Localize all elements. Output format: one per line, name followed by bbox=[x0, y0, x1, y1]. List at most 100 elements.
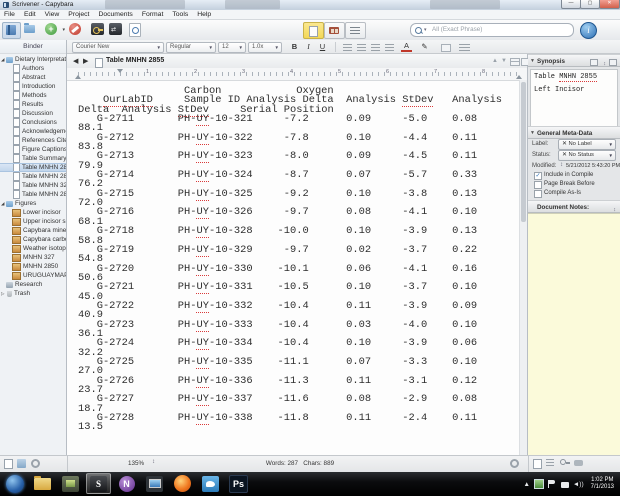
taskbar-windows-explorer[interactable] bbox=[30, 473, 55, 494]
binder-item[interactable]: Figure Captions bbox=[0, 145, 66, 154]
font-style-select[interactable]: Regular ▼ bbox=[166, 42, 216, 53]
checkbox-icon[interactable]: ✓ bbox=[534, 172, 542, 180]
info-button[interactable]: i bbox=[580, 22, 597, 39]
tray-expand-icon[interactable]: ▲ bbox=[523, 481, 529, 488]
checkbox-icon[interactable] bbox=[534, 190, 542, 198]
binder-item[interactable]: Table MNHN 327 bbox=[0, 181, 66, 190]
menu-view[interactable]: View bbox=[45, 11, 60, 18]
volume-icon[interactable]: ◄)) bbox=[573, 481, 584, 488]
tree-arrow-icon[interactable]: ▷ bbox=[1, 291, 6, 297]
checkbox-include-in-compile[interactable]: ✓ Include in Compile bbox=[528, 172, 620, 181]
zoom-stepper-icon[interactable]: ↕ bbox=[152, 459, 155, 465]
checkbox-page-break-before[interactable]: Page Break Before bbox=[528, 181, 620, 190]
taskbar-twitter[interactable] bbox=[198, 473, 223, 494]
align-center-button[interactable] bbox=[357, 43, 366, 51]
minimize-button[interactable]: — bbox=[561, 0, 581, 9]
taskbar-clock[interactable]: 1:02 PM 7/1/2013 bbox=[591, 477, 614, 491]
document-notes-area[interactable] bbox=[528, 213, 620, 455]
binder-item[interactable]: Acknowledgements bbox=[0, 127, 66, 136]
menu-project[interactable]: Project bbox=[68, 11, 89, 18]
taskbar-gallery-app[interactable] bbox=[58, 473, 83, 494]
binder-item[interactable]: Discussion bbox=[0, 109, 66, 118]
binder-item[interactable]: ◢ Figures bbox=[0, 199, 66, 208]
taskbar-firefox[interactable] bbox=[170, 473, 195, 494]
line-spacing-select[interactable]: 1.0x ▼ bbox=[248, 42, 282, 53]
menu-tools[interactable]: Tools bbox=[172, 11, 188, 18]
menu-edit[interactable]: Edit bbox=[24, 11, 36, 18]
synopsis-image-icon[interactable] bbox=[609, 58, 617, 66]
taskbar-remote-desktop[interactable] bbox=[142, 473, 167, 494]
taskbar-nvu-app[interactable]: N bbox=[114, 473, 139, 494]
checkbox-icon[interactable] bbox=[534, 181, 542, 189]
align-left-button[interactable] bbox=[343, 43, 352, 51]
binder-item[interactable]: Weather isotope p.. bbox=[0, 244, 66, 253]
inspector-notes-tab-icon[interactable] bbox=[533, 459, 542, 469]
binder-item[interactable]: MNHN 327 bbox=[0, 253, 66, 262]
back-button[interactable]: ◀ bbox=[73, 57, 78, 65]
binder-item[interactable]: Capybara carbon bbox=[0, 235, 66, 244]
network-icon[interactable] bbox=[533, 479, 544, 489]
inspector-references-tab-icon[interactable] bbox=[546, 459, 554, 467]
bold-button[interactable]: B bbox=[289, 42, 300, 52]
binder-item[interactable]: ◢Dietary Interpretatio.. bbox=[0, 55, 66, 64]
menu-format[interactable]: Format bbox=[142, 11, 164, 18]
search-scope-chevron-icon[interactable]: ▾ bbox=[424, 27, 427, 33]
search-icon[interactable] bbox=[415, 26, 422, 34]
gear-icon[interactable] bbox=[31, 459, 40, 468]
maximize-button[interactable]: ▢ bbox=[580, 0, 600, 9]
add-item-button[interactable]: + ▾ bbox=[44, 22, 65, 37]
checkbox-compile-as-is[interactable]: Compile As-Is bbox=[528, 190, 620, 199]
move-up-icon[interactable]: ▲ bbox=[492, 58, 498, 64]
view-mode-document-button[interactable] bbox=[303, 22, 324, 39]
synopsis-card[interactable]: Table MNHN 2855 Left Incisor bbox=[530, 69, 618, 128]
scrollbar-thumb[interactable] bbox=[521, 82, 526, 222]
delete-button[interactable] bbox=[68, 22, 85, 37]
forward-button[interactable]: ▶ bbox=[83, 57, 88, 65]
binder-item[interactable]: Abstract bbox=[0, 73, 66, 82]
taskbar-photoshop[interactable]: Ps bbox=[226, 473, 251, 494]
view-mode-outliner-button[interactable] bbox=[345, 22, 366, 39]
binder-item[interactable]: Lower incisor bbox=[0, 208, 66, 217]
right-indent-marker[interactable] bbox=[516, 75, 522, 79]
binder-item[interactable]: Research bbox=[0, 280, 66, 289]
menu-file[interactable]: File bbox=[4, 11, 15, 18]
compose-mode-button[interactable]: ⇄ bbox=[108, 22, 125, 37]
font-size-select[interactable]: 12 ▼ bbox=[218, 42, 246, 53]
taskbar-start-orb[interactable] bbox=[2, 473, 27, 494]
new-item-icon[interactable] bbox=[4, 459, 13, 469]
editor-scrollbar[interactable] bbox=[519, 80, 527, 455]
font-family-select[interactable]: Courier New ▼ bbox=[72, 42, 164, 53]
binder-item[interactable]: Upper incisor sam.. bbox=[0, 217, 66, 226]
binder-item[interactable]: Table Summary bbox=[0, 154, 66, 163]
synopsis-toggle-icon[interactable] bbox=[590, 58, 598, 66]
search-document-button[interactable] bbox=[127, 22, 144, 37]
binder-item[interactable]: URUGUAYMAP bbox=[0, 271, 66, 280]
binder-item[interactable]: Introduction bbox=[0, 82, 66, 91]
status-select[interactable]: ✕ No Status ▼ bbox=[558, 150, 616, 161]
menu-documents[interactable]: Documents bbox=[98, 11, 132, 18]
view-mode-corkboard-button[interactable] bbox=[324, 22, 345, 39]
display-icon[interactable] bbox=[560, 481, 569, 488]
inspector-keywords-tab-icon[interactable] bbox=[560, 459, 570, 465]
notebook-icon[interactable] bbox=[17, 459, 26, 468]
binder-item[interactable]: MNHN 2850 bbox=[0, 262, 66, 271]
zoom-level[interactable]: 135% bbox=[128, 460, 144, 467]
first-line-indent-marker[interactable] bbox=[117, 69, 123, 73]
menu-help[interactable]: Help bbox=[197, 11, 211, 18]
inspector-snapshots-tab-icon[interactable] bbox=[574, 460, 583, 466]
keywords-button[interactable] bbox=[90, 22, 107, 37]
align-right-button[interactable] bbox=[371, 43, 380, 51]
action-center-flag-icon[interactable] bbox=[547, 480, 557, 488]
table-button[interactable] bbox=[441, 43, 451, 52]
list-button[interactable] bbox=[459, 43, 470, 51]
align-justify-button[interactable] bbox=[385, 43, 394, 51]
binder-item[interactable]: Results bbox=[0, 100, 66, 109]
close-button[interactable]: ✕ bbox=[599, 0, 620, 9]
search-input[interactable]: ▾ All (Exact Phrase) bbox=[410, 23, 574, 37]
binder-item[interactable]: ▷ Trash bbox=[0, 289, 66, 298]
move-down-icon[interactable]: ▼ bbox=[501, 58, 507, 64]
highlight-pen-button[interactable]: ✎ bbox=[419, 42, 430, 52]
editor-options-gear-icon[interactable] bbox=[510, 459, 519, 468]
binder-item[interactable]: Authors bbox=[0, 64, 66, 73]
binder-item[interactable]: Methods bbox=[0, 91, 66, 100]
